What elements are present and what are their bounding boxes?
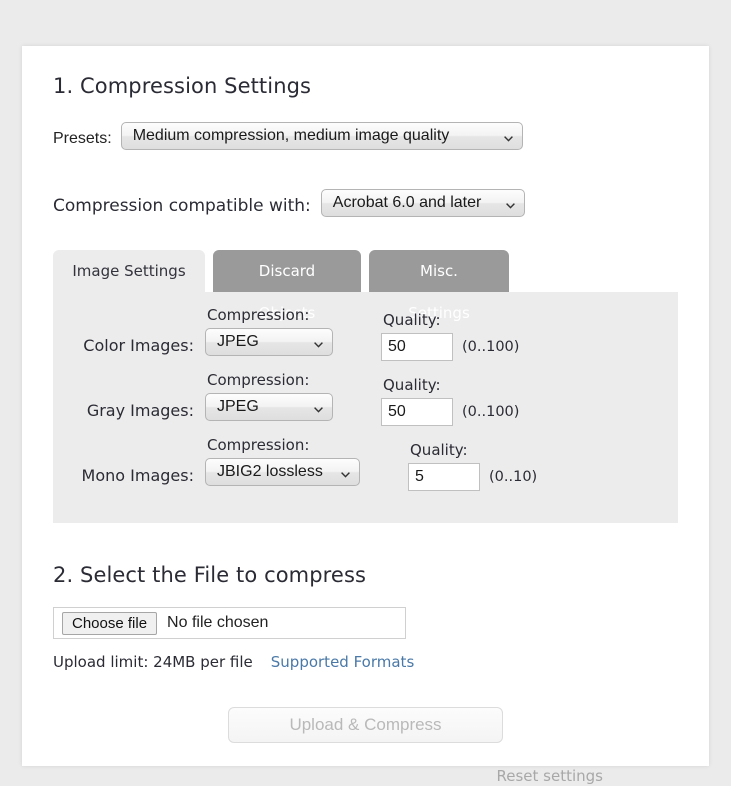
compression-caption: Compression:: [207, 306, 310, 324]
compatibility-select-wrapper: Acrobat 6.0 and later: [320, 189, 525, 222]
compatibility-label: Compression compatible with:: [53, 195, 311, 216]
quality-field-mono: Quality: (0..10): [408, 441, 537, 491]
compression-select-gray[interactable]: JPEG: [205, 393, 333, 421]
tab-misc-settings[interactable]: Misc. Settings: [369, 250, 509, 322]
presets-row: Presets: Medium compression, medium imag…: [53, 122, 678, 155]
reset-settings-link[interactable]: Reset settings: [497, 767, 604, 785]
compression-select-wrapper-color: JPEG: [205, 328, 333, 361]
file-status-text: No file chosen: [167, 614, 269, 631]
quality-field-gray: Quality: (0..100): [381, 376, 519, 426]
row-label-color-images: Color Images:: [83, 336, 194, 355]
quality-line-mono: (0..10): [408, 463, 537, 491]
quality-range-color: (0..100): [462, 339, 520, 355]
main-card: 1. Compression Settings Presets: Medium …: [22, 46, 709, 785]
upload-limit-text: Upload limit: 24MB per file: [53, 653, 253, 671]
page-title-select-file: 2. Select the File to compress: [53, 563, 367, 587]
image-settings-row-mono: Mono Images: Compression: JBIG2 lossless…: [53, 436, 678, 491]
presets-label: Presets:: [53, 129, 112, 147]
compression-field-mono: Compression: JBIG2 lossless: [205, 436, 360, 491]
compression-select-wrapper-mono: JBIG2 lossless: [205, 458, 360, 491]
compression-caption: Compression:: [207, 436, 310, 454]
settings-tabs: Image Settings Discard Objects Misc. Set…: [53, 250, 678, 322]
presets-select-wrapper: Medium compression, medium image quality: [120, 122, 523, 155]
presets-select[interactable]: Medium compression, medium image quality: [120, 122, 523, 150]
quality-range-gray: (0..100): [462, 404, 520, 420]
image-settings-panel: Color Images: Compression: JPEG Quality:…: [53, 292, 678, 523]
quality-caption: Quality:: [383, 311, 441, 329]
compression-select-color[interactable]: JPEG: [205, 328, 333, 356]
actions-section: Upload & Compress Reset settings: [53, 707, 678, 786]
compression-field-gray: Compression: JPEG: [205, 371, 333, 426]
page-title-compression-settings: 1. Compression Settings: [53, 74, 312, 98]
upload-and-compress-button[interactable]: Upload & Compress: [228, 707, 503, 743]
quality-input-mono[interactable]: [408, 463, 480, 491]
tab-image-settings[interactable]: Image Settings: [53, 250, 205, 292]
supported-formats-link[interactable]: Supported Formats: [271, 653, 415, 671]
quality-caption: Quality:: [383, 376, 441, 394]
file-input[interactable]: Choose file No file chosen: [53, 607, 406, 639]
compatibility-select[interactable]: Acrobat 6.0 and later: [320, 189, 525, 217]
choose-file-button[interactable]: Choose file: [62, 611, 158, 635]
quality-line-gray: (0..100): [381, 398, 519, 426]
quality-range-mono: (0..10): [489, 469, 538, 485]
content-column: 1. Compression Settings Presets: Medium …: [53, 74, 678, 786]
row-label-gray-images: Gray Images:: [86, 401, 194, 420]
image-settings-row-color: Color Images: Compression: JPEG Quality:…: [53, 306, 678, 361]
compression-select-wrapper-gray: JPEG: [205, 393, 333, 426]
tab-discard-objects[interactable]: Discard Objects: [213, 250, 361, 322]
row-label-mono-images: Mono Images:: [81, 466, 194, 485]
compatibility-row: Compression compatible with: Acrobat 6.0…: [53, 189, 678, 222]
quality-input-color[interactable]: [381, 333, 453, 361]
quality-input-gray[interactable]: [381, 398, 453, 426]
compression-caption: Compression:: [207, 371, 310, 389]
quality-caption: Quality:: [410, 441, 468, 459]
quality-field-color: Quality: (0..100): [381, 311, 519, 361]
quality-line-color: (0..100): [381, 333, 519, 361]
compression-field-color: Compression: JPEG: [205, 306, 333, 361]
upload-limit-row: Upload limit: 24MB per file Supported Fo…: [53, 653, 678, 671]
file-section: 2. Select the File to compress Choose fi…: [53, 563, 678, 671]
reset-row: Reset settings: [128, 767, 604, 786]
compression-select-mono[interactable]: JBIG2 lossless: [205, 458, 360, 486]
image-settings-row-gray: Gray Images: Compression: JPEG Quality: …: [53, 371, 678, 426]
